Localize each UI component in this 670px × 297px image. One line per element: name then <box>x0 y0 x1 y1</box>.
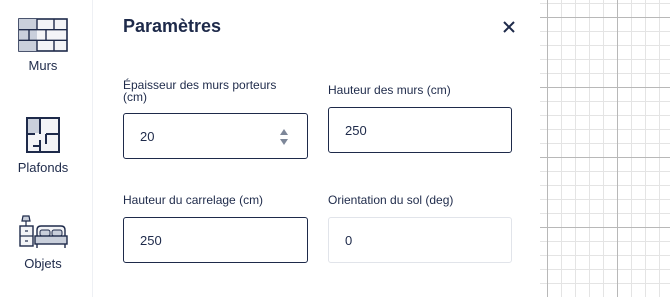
sidebar-item-label: Objets <box>24 256 62 271</box>
sidebar-item-plafonds[interactable]: Plafonds <box>0 116 86 196</box>
wall-thickness-label: Épaisseur des murs porteurs (cm) <box>123 78 277 104</box>
tile-height-field[interactable]: 250 <box>123 217 308 263</box>
wall-thickness-stepper[interactable]: 20 <box>123 113 308 159</box>
tile-height-value: 250 <box>140 232 162 248</box>
floorplan-icon <box>26 117 60 153</box>
sidebar-item-objets[interactable]: Objets <box>0 214 86 294</box>
wall-height-value: 250 <box>345 122 367 138</box>
close-button[interactable] <box>499 17 519 37</box>
sidebar-item-label: Murs <box>28 58 58 73</box>
close-icon <box>503 21 515 33</box>
panel-title: Paramètres <box>123 16 222 36</box>
furniture-icon <box>19 215 68 248</box>
tool-sidebar: Murs Plafonds Objets <box>0 0 92 297</box>
wall-height-label: Hauteur des murs (cm) <box>328 83 451 97</box>
sidebar-item-label: Plafonds <box>17 160 69 175</box>
floor-orientation-label: Orientation du sol (deg) <box>328 193 454 207</box>
wall-thickness-value: 20 <box>140 128 155 144</box>
sidebar-item-murs[interactable]: Murs <box>0 18 86 98</box>
wall-icon <box>18 18 68 52</box>
settings-panel: Paramètres Épaisseur des murs porteurs (… <box>92 0 540 297</box>
tile-height-label: Hauteur du carrelage (cm) <box>123 193 264 207</box>
floor-orientation-field[interactable]: 0 <box>328 217 512 263</box>
floor-orientation-value: 0 <box>345 232 353 248</box>
spinner-arrows-icon[interactable] <box>279 127 289 147</box>
wall-height-field[interactable]: 250 <box>328 107 512 153</box>
plan-canvas-grid[interactable] <box>540 0 670 297</box>
